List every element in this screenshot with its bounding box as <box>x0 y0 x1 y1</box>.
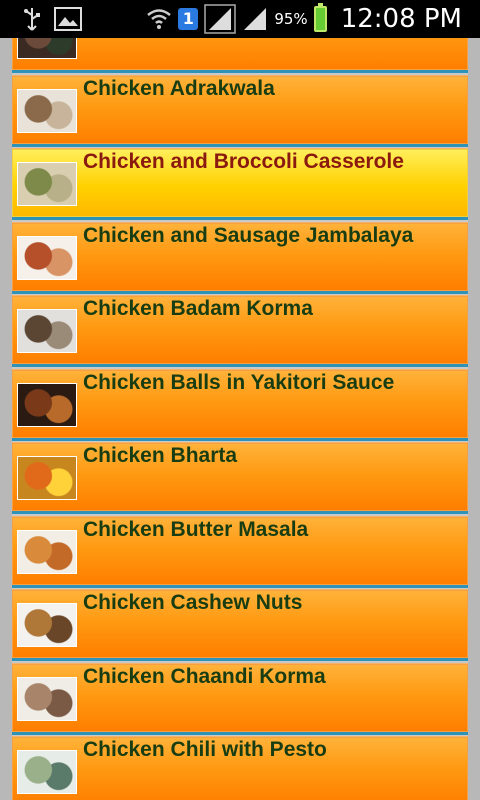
sim-badge: 1 <box>178 8 199 30</box>
gallery-icon <box>54 7 82 31</box>
recipe-thumbnail <box>17 88 77 133</box>
recipe-thumbnail <box>17 162 77 206</box>
recipe-list-items: Chicken Aatish Burra Chicken Adrakwala Chi… <box>12 38 468 800</box>
recipe-list-item[interactable]: Chicken and Sausage Jambalaya <box>12 222 468 291</box>
recipe-title: Chicken Bharta <box>83 444 238 467</box>
system-icons: 1 95% 12:08 PM <box>146 0 462 38</box>
recipe-thumbnail <box>17 38 77 59</box>
recipe-list-item[interactable]: Chicken and Broccoli Casserole <box>12 149 468 217</box>
recipe-thumbnail <box>17 676 77 721</box>
recipe-thumbnail <box>17 529 77 574</box>
notification-icons <box>22 6 82 32</box>
recipe-title: Chicken Chaandi Korma <box>83 664 326 688</box>
wifi-icon <box>147 9 172 29</box>
recipe-title: Chicken Chili with Pesto <box>83 738 327 761</box>
recipe-title: Chicken Butter Masala <box>83 517 309 541</box>
recipe-title: Chicken and Broccoli Casserole <box>83 150 404 173</box>
recipe-title: Chicken Cashew Nuts <box>83 591 303 614</box>
recipe-thumbnail <box>17 750 77 794</box>
recipe-list-item[interactable]: Chicken Aatish Burra <box>12 38 468 70</box>
recipe-list-item[interactable]: Chicken Adrakwala <box>12 75 468 144</box>
recipe-list-item[interactable]: Chicken Bharta <box>12 443 468 511</box>
recipe-title: Chicken Adrakwala <box>83 76 275 100</box>
list-left-gutter <box>0 38 12 800</box>
recipe-title: Chicken Aatish Burra <box>83 38 296 69</box>
recipe-thumbnail <box>17 235 77 280</box>
signal-bars-icon <box>244 8 267 30</box>
recipe-list-item[interactable]: Chicken Cashew Nuts <box>12 590 468 658</box>
recipe-list[interactable]: Chicken Aatish Burra Chicken Adrakwala Chi… <box>0 38 480 800</box>
recipe-thumbnail <box>17 603 77 647</box>
list-right-gutter <box>468 38 480 800</box>
recipe-list-item[interactable]: Chicken Chili with Pesto <box>12 737 468 800</box>
usb-icon <box>24 8 40 31</box>
clock: 12:08 PM <box>340 4 462 34</box>
recipe-thumbnail <box>17 382 77 427</box>
recipe-list-item[interactable]: Chicken Butter Masala <box>12 516 468 585</box>
recipe-title: Chicken Badam Korma <box>83 297 313 320</box>
recipe-list-item[interactable]: Chicken Balls in Yakitori Sauce <box>12 369 468 438</box>
signal-icon <box>204 4 237 34</box>
recipe-list-item[interactable]: Chicken Chaandi Korma <box>12 663 468 732</box>
recipe-list-item[interactable]: Chicken Badam Korma <box>12 296 468 364</box>
battery-icon <box>313 3 327 32</box>
battery-percent: 95% <box>274 10 308 28</box>
status-bar: 1 95% 12:08 PM <box>0 0 480 38</box>
recipe-thumbnail <box>17 456 77 500</box>
recipe-title: Chicken and Sausage Jambalaya <box>83 223 414 247</box>
recipe-title: Chicken Balls in Yakitori Sauce <box>83 370 395 394</box>
recipe-thumbnail <box>17 309 77 353</box>
